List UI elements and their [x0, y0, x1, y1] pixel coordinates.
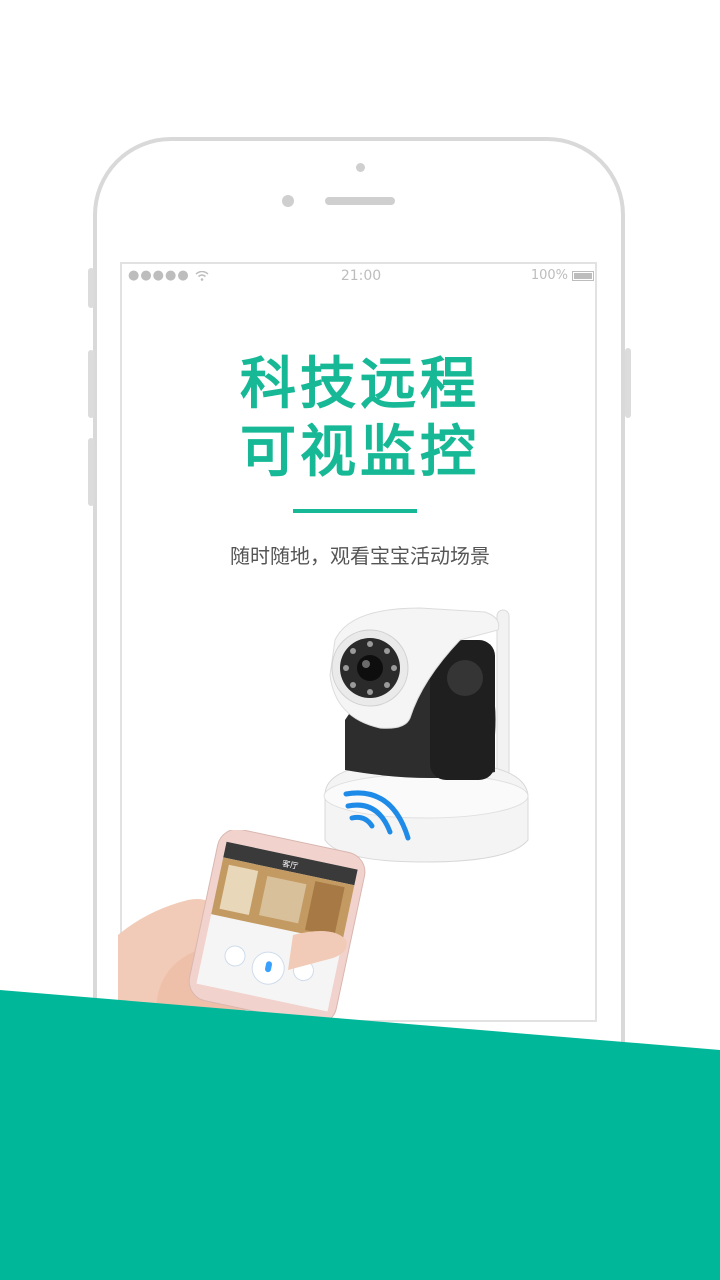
decorative-green-band — [0, 990, 720, 1280]
